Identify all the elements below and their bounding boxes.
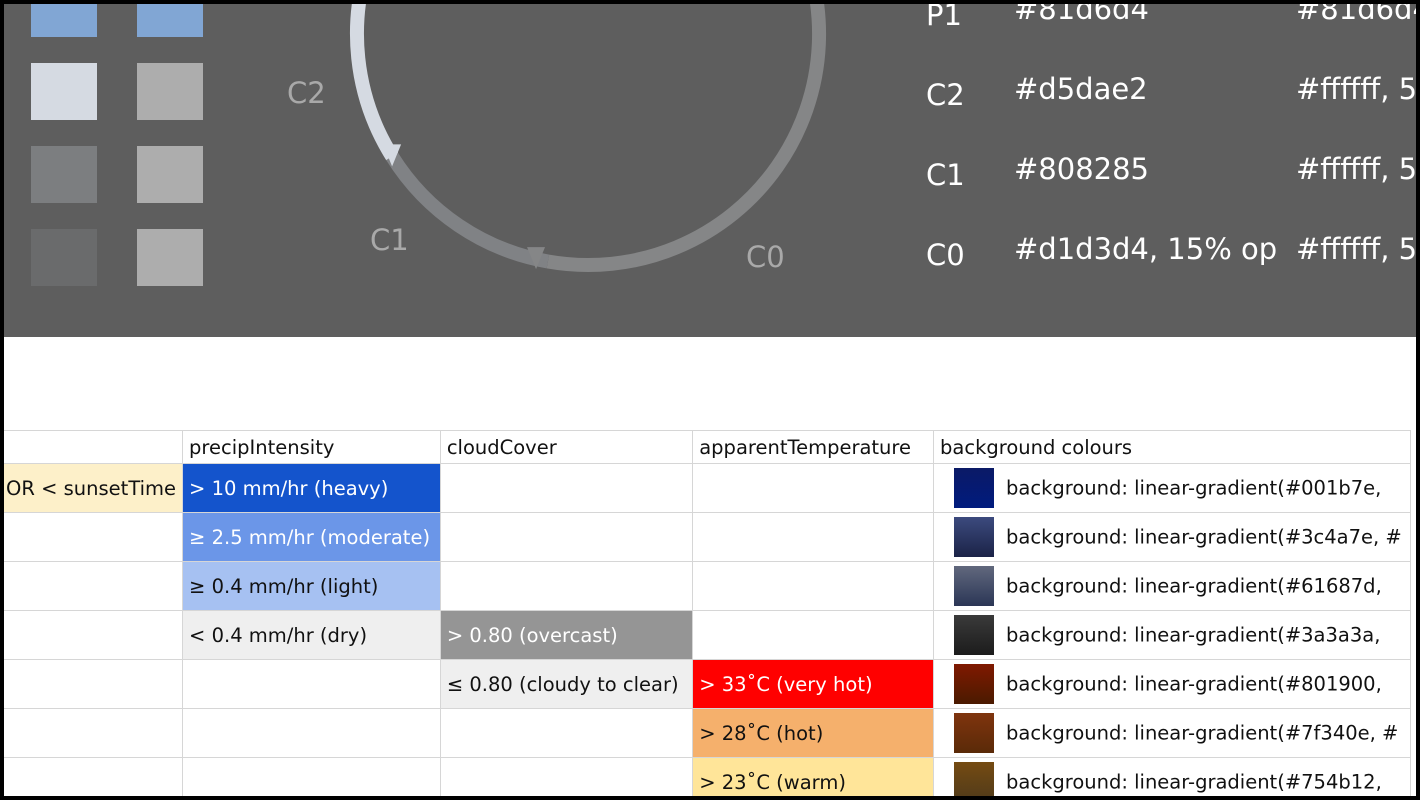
slot-bg-value: #81d6d4: [1014, 4, 1149, 26]
gradient-swatch: [954, 664, 995, 704]
background-colour-cell: background: linear-gradient(#3c4a7e, #: [933, 512, 1411, 562]
background-css-text: background: linear-gradient(#7f340e, #: [1006, 721, 1399, 745]
column-header-apparent-temperature: apparentTemperature: [692, 430, 935, 464]
cloud-cover-cell: [439, 463, 694, 513]
slot-name: C0: [926, 238, 965, 272]
background-colour-cell: background: linear-gradient(#3a3a3a,: [933, 610, 1411, 660]
ring-label-c0: C0: [746, 240, 785, 274]
background-css-text: background: linear-gradient(#754b12,: [1006, 770, 1382, 794]
gradient-swatch: [954, 468, 995, 508]
cloud-cover-cell: [439, 512, 694, 562]
table-row: ≤ 0.80 (cloudy to clear) > 33˚C (very hot…: [4, 659, 1411, 709]
condition-cell: OR < sunsetTime: [4, 463, 184, 513]
precip-intensity-cell: [182, 757, 441, 796]
table-body: OR < sunsetTime > 10 mm/hr (heavy) backgro…: [4, 463, 1411, 796]
column-header-condition: [4, 430, 184, 464]
ring-label-c1: C1: [370, 223, 409, 257]
slot-name: C1: [926, 158, 965, 192]
background-colour-cell: background: linear-gradient(#754b12,: [933, 757, 1411, 796]
precip-intensity-cell: [182, 659, 441, 709]
condition-cell: [4, 708, 184, 758]
background-css-text: background: linear-gradient(#3a3a3a,: [1006, 623, 1381, 647]
gradient-swatch: [954, 517, 995, 557]
background-colour-cell: background: linear-gradient(#801900,: [933, 659, 1411, 709]
cloud-cover-cell: [439, 708, 694, 758]
condition-cell: [4, 659, 184, 709]
cloud-cover-cell: [439, 561, 694, 611]
cloud-cover-cell: [439, 757, 694, 796]
background-colour-cell: background: linear-gradient(#001b7e,: [933, 463, 1411, 513]
column-header-background-colours: background colours: [933, 430, 1411, 464]
precip-intensity-cell: < 0.4 mm/hr (dry): [182, 610, 441, 660]
column-header-cloud-cover: cloudCover: [439, 430, 694, 464]
color-ring: [350, 4, 827, 272]
condition-cell: [4, 512, 184, 562]
apparent-temperature-cell: [692, 463, 935, 513]
table-row: ≥ 0.4 mm/hr (light) background: linear-gr…: [4, 561, 1411, 611]
gradient-swatch: [954, 713, 995, 753]
apparent-temperature-cell: > 33˚C (very hot): [692, 659, 935, 709]
condition-cell: [4, 757, 184, 796]
table-row: > 28˚C (hot) background: linear-gradient(…: [4, 708, 1411, 758]
precip-intensity-cell: [182, 708, 441, 758]
apparent-temperature-cell: > 28˚C (hot): [692, 708, 935, 758]
slot-fg-value: #ffffff, 5: [1296, 152, 1416, 186]
apparent-temperature-cell: > 23˚C (warm): [692, 757, 935, 796]
palette-panel: C2 C1 C0 P1 #81d6d4 #81d6d4 C2 #d5dae2 #fffff…: [4, 4, 1416, 337]
table-row: ≥ 2.5 mm/hr (moderate) background: linear…: [4, 512, 1411, 562]
table-row: < 0.4 mm/hr (dry) > 0.80 (overcast) backgr…: [4, 610, 1411, 660]
ring-arc-c0: [546, 4, 827, 272]
apparent-temperature-cell: [692, 561, 935, 611]
slot-name: P1: [926, 4, 962, 32]
condition-cell: [4, 610, 184, 660]
table-row: OR < sunsetTime > 10 mm/hr (heavy) backgro…: [4, 463, 1411, 513]
apparent-temperature-cell: [692, 610, 935, 660]
gradient-swatch: [954, 762, 995, 796]
precip-intensity-cell: ≥ 2.5 mm/hr (moderate): [182, 512, 441, 562]
slot-fg-value: #ffffff, 5: [1296, 232, 1416, 266]
background-colour-cell: background: linear-gradient(#7f340e, #: [933, 708, 1411, 758]
ring-label-c2: C2: [287, 76, 326, 110]
slot-fg-value: #81d6d4: [1296, 4, 1416, 26]
table-header-row: precipIntensity cloudCover apparentTempe…: [4, 430, 1411, 464]
cloud-cover-cell: > 0.80 (overcast): [439, 610, 694, 660]
background-css-text: background: linear-gradient(#801900,: [1006, 672, 1382, 696]
ring-arc-c2: [350, 4, 399, 161]
weather-color-table: precipIntensity cloudCover apparentTempe…: [4, 430, 1411, 796]
column-header-precip-intensity: precipIntensity: [182, 430, 441, 464]
background-css-text: background: linear-gradient(#61687d,: [1006, 574, 1382, 598]
background-css-text: background: linear-gradient(#3c4a7e, #: [1006, 525, 1402, 549]
gradient-swatch: [954, 615, 995, 655]
condition-cell: [4, 561, 184, 611]
screenshot-frame: C2 C1 C0 P1 #81d6d4 #81d6d4 C2 #d5dae2 #fffff…: [4, 4, 1416, 796]
slot-bg-value: #d1d3d4, 15% op: [1014, 232, 1278, 266]
background-colour-cell: background: linear-gradient(#61687d,: [933, 561, 1411, 611]
slot-bg-value: #808285: [1014, 152, 1150, 186]
table-row: > 23˚C (warm) background: linear-gradient…: [4, 757, 1411, 796]
slot-fg-value: #ffffff, 5: [1296, 72, 1416, 106]
cloud-cover-cell: ≤ 0.80 (cloudy to clear): [439, 659, 694, 709]
slot-name: C2: [926, 78, 965, 112]
ring-arc-c1: [386, 152, 550, 269]
background-css-text: background: linear-gradient(#001b7e,: [1006, 476, 1382, 500]
apparent-temperature-cell: [692, 512, 935, 562]
gradient-swatch: [954, 566, 995, 606]
precip-intensity-cell: > 10 mm/hr (heavy): [182, 463, 441, 513]
precip-intensity-cell: ≥ 0.4 mm/hr (light): [182, 561, 441, 611]
slot-bg-value: #d5dae2: [1014, 72, 1148, 106]
